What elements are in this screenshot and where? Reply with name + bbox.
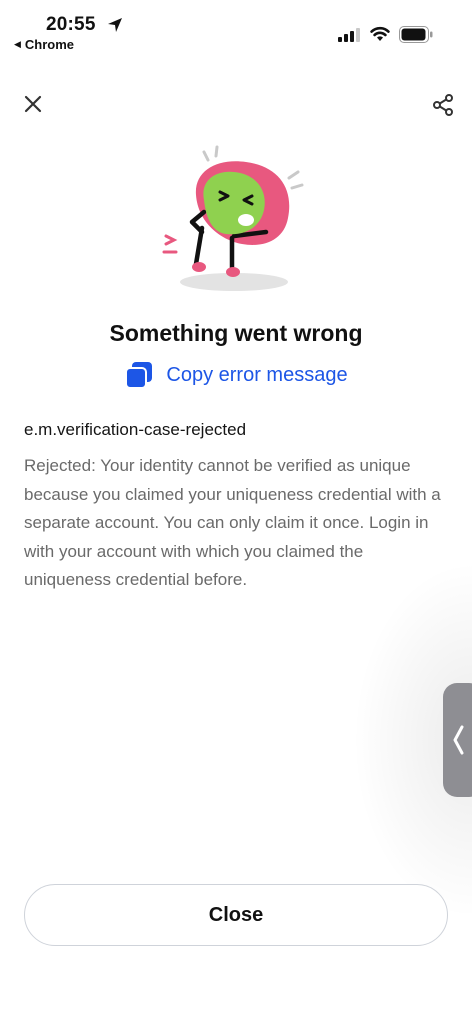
close-button[interactable]: Close [24, 884, 448, 946]
error-screen: 20:55 ◀ Chrome Something went wrong Copy… [0, 0, 472, 1024]
share-icon[interactable] [431, 93, 455, 117]
copy-error-button[interactable]: Copy error message [0, 360, 472, 390]
status-bar: 20:55 ◀ Chrome [0, 0, 472, 60]
chevron-left-icon [453, 725, 464, 755]
back-to-app-link[interactable]: ◀ Chrome [14, 37, 74, 52]
sick-character-illustration [162, 145, 304, 291]
battery-icon [399, 26, 433, 43]
back-triangle-icon: ◀ [14, 39, 21, 49]
signal-icon [338, 28, 360, 42]
status-time: 20:55 [46, 14, 96, 35]
copy-error-label: Copy error message [166, 363, 348, 386]
side-panel-tab[interactable] [443, 683, 472, 797]
back-app-label: Chrome [24, 37, 75, 52]
error-code: e.m.verification-case-rejected [24, 420, 247, 439]
error-description: Rejected: Your identity cannot be verifi… [24, 456, 441, 590]
copy-icon [125, 362, 153, 389]
location-arrow-icon [108, 18, 122, 32]
error-title: Something went wrong [109, 320, 363, 346]
close-icon[interactable] [22, 93, 44, 115]
wifi-icon [370, 26, 390, 41]
